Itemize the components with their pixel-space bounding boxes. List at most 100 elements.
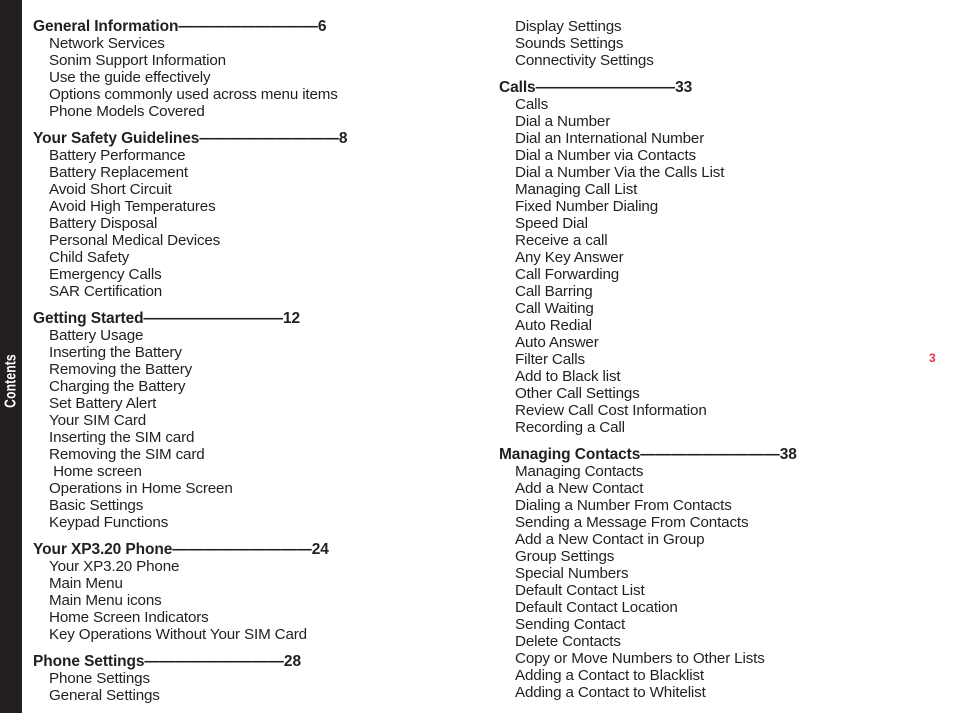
toc-column-left: General Information—————————6 Network Ser… bbox=[33, 0, 483, 704]
toc-item[interactable]: Phone Settings bbox=[33, 670, 483, 687]
toc-heading-title: General Information bbox=[33, 18, 179, 35]
toc-heading[interactable]: Getting Started—————————12 bbox=[33, 310, 483, 327]
toc-item[interactable]: Removing the SIM card bbox=[33, 446, 483, 463]
toc-item[interactable]: Sending a Message From Contacts bbox=[499, 514, 939, 531]
toc-item[interactable]: Default Contact List bbox=[499, 582, 939, 599]
toc-item[interactable]: Your XP3.20 Phone bbox=[33, 558, 483, 575]
toc-item[interactable]: Receive a call bbox=[499, 232, 939, 249]
toc-item[interactable]: Sonim Support Information bbox=[33, 52, 483, 69]
toc-heading-leader: ————————— bbox=[199, 130, 339, 147]
toc-item[interactable]: Sending Contact bbox=[499, 616, 939, 633]
toc-group: General Information—————————6 Network Ser… bbox=[33, 18, 483, 120]
toc-item[interactable]: Speed Dial bbox=[499, 215, 939, 232]
toc-item[interactable]: Auto Answer bbox=[499, 334, 939, 351]
toc-heading[interactable]: Your Safety Guidelines—————————8 bbox=[33, 130, 483, 147]
toc-item[interactable]: Avoid Short Circuit bbox=[33, 181, 483, 198]
toc-item[interactable]: Managing Contacts bbox=[499, 463, 939, 480]
toc-item[interactable]: Dial a Number bbox=[499, 113, 939, 130]
toc-item[interactable]: Network Services bbox=[33, 35, 483, 52]
contents-side-tab-label: Contents bbox=[2, 353, 20, 408]
toc-column-right: Display Settings Sounds Settings Connectiv… bbox=[499, 0, 939, 701]
toc-item[interactable]: Home Screen Indicators bbox=[33, 609, 483, 626]
toc-item[interactable]: Your SIM Card bbox=[33, 412, 483, 429]
toc-item[interactable]: Any Key Answer bbox=[499, 249, 939, 266]
toc-item[interactable]: Adding a Contact to Whitelist bbox=[499, 684, 939, 701]
toc-heading-leader: ————————— bbox=[144, 653, 284, 670]
toc-item[interactable]: Other Call Settings bbox=[499, 385, 939, 402]
toc-group: Your Safety Guidelines—————————8 Battery … bbox=[33, 130, 483, 300]
toc-item[interactable]: Call Forwarding bbox=[499, 266, 939, 283]
toc-item[interactable]: Basic Settings bbox=[33, 497, 483, 514]
toc-item[interactable]: Battery Performance bbox=[33, 147, 483, 164]
toc-item[interactable]: Default Contact Location bbox=[499, 599, 939, 616]
toc-heading-leader: ————————— bbox=[535, 79, 676, 96]
toc-item[interactable]: Keypad Functions bbox=[33, 514, 483, 531]
toc-item[interactable]: Dialing a Number From Contacts bbox=[499, 497, 939, 514]
toc-item[interactable]: Delete Contacts bbox=[499, 633, 939, 650]
toc-group: Calls—————————33 Calls Dial a Number Dial a… bbox=[499, 79, 939, 436]
toc-item[interactable]: Home screen bbox=[33, 463, 483, 480]
toc-item[interactable]: Main Menu icons bbox=[33, 592, 483, 609]
toc-item[interactable]: SAR Certification bbox=[33, 283, 483, 300]
toc-item[interactable]: Inserting the SIM card bbox=[33, 429, 483, 446]
toc-item[interactable]: Fixed Number Dialing bbox=[499, 198, 939, 215]
toc-item[interactable]: Add a New Contact in Group bbox=[499, 531, 939, 548]
toc-item[interactable]: Dial an International Number bbox=[499, 130, 939, 147]
toc-heading[interactable]: Calls—————————33 bbox=[499, 79, 939, 96]
toc-item[interactable]: Dial a Number via Contacts bbox=[499, 147, 939, 164]
toc-item[interactable]: Options commonly used across menu items bbox=[33, 86, 483, 103]
toc-heading[interactable]: Your XP3.20 Phone—————————24 bbox=[33, 541, 483, 558]
toc-item[interactable]: Set Battery Alert bbox=[33, 395, 483, 412]
toc-item[interactable]: Sounds Settings bbox=[499, 35, 939, 52]
toc-heading-page-number: 33 bbox=[675, 79, 693, 96]
toc-item[interactable]: General Settings bbox=[33, 687, 483, 704]
toc-item[interactable]: Call Waiting bbox=[499, 300, 939, 317]
toc-item[interactable]: Adding a Contact to Blacklist bbox=[499, 667, 939, 684]
toc-group: Display Settings Sounds Settings Connectiv… bbox=[499, 18, 939, 69]
toc-heading[interactable]: Managing Contacts—————————38 bbox=[499, 446, 939, 463]
toc-item[interactable]: Group Settings bbox=[499, 548, 939, 565]
page-number: 3 bbox=[929, 351, 936, 365]
toc-heading-page-number: 38 bbox=[779, 446, 797, 463]
toc-item[interactable]: Filter Calls bbox=[499, 351, 939, 368]
toc-item[interactable]: Key Operations Without Your SIM Card bbox=[33, 626, 483, 643]
toc-item[interactable]: Copy or Move Numbers to Other Lists bbox=[499, 650, 939, 667]
toc-item[interactable]: Add to Black list bbox=[499, 368, 939, 385]
toc-heading-leader: ————————— bbox=[143, 310, 283, 327]
toc-heading-leader: ————————— bbox=[640, 446, 780, 463]
toc-item[interactable]: Recording a Call bbox=[499, 419, 939, 436]
toc-item[interactable]: Main Menu bbox=[33, 575, 483, 592]
toc-heading-title: Your XP3.20 Phone bbox=[33, 541, 173, 558]
toc-item[interactable]: Emergency Calls bbox=[33, 266, 483, 283]
toc-item[interactable]: Child Safety bbox=[33, 249, 483, 266]
toc-heading-page-number: 8 bbox=[338, 130, 348, 147]
toc-item[interactable]: Personal Medical Devices bbox=[33, 232, 483, 249]
toc-item[interactable]: Special Numbers bbox=[499, 565, 939, 582]
toc-heading-title: Getting Started bbox=[33, 310, 144, 327]
toc-item[interactable]: Phone Models Covered bbox=[33, 103, 483, 120]
toc-item[interactable]: Removing the Battery bbox=[33, 361, 483, 378]
contents-side-tab: Contents bbox=[0, 0, 22, 713]
toc-item[interactable]: Calls bbox=[499, 96, 939, 113]
toc-item[interactable]: Auto Redial bbox=[499, 317, 939, 334]
toc-item[interactable]: Battery Disposal bbox=[33, 215, 483, 232]
toc-item[interactable]: Battery Usage bbox=[33, 327, 483, 344]
toc-heading-leader: ————————— bbox=[172, 541, 312, 558]
toc-item[interactable]: Inserting the Battery bbox=[33, 344, 483, 361]
toc-item[interactable]: Add a New Contact bbox=[499, 480, 939, 497]
toc-item[interactable]: Display Settings bbox=[499, 18, 939, 35]
toc-heading[interactable]: Phone Settings—————————28 bbox=[33, 653, 483, 670]
toc-item[interactable]: Avoid High Temperatures bbox=[33, 198, 483, 215]
toc-item[interactable]: Call Barring bbox=[499, 283, 939, 300]
toc-item[interactable]: Use the guide effectively bbox=[33, 69, 483, 86]
toc-item[interactable]: Battery Replacement bbox=[33, 164, 483, 181]
toc-item[interactable]: Dial a Number Via the Calls List bbox=[499, 164, 939, 181]
toc-heading-title: Phone Settings bbox=[33, 653, 145, 670]
toc-group: Your XP3.20 Phone—————————24 Your XP3.20 … bbox=[33, 541, 483, 643]
toc-heading[interactable]: General Information—————————6 bbox=[33, 18, 483, 35]
toc-item[interactable]: Connectivity Settings bbox=[499, 52, 939, 69]
toc-item[interactable]: Operations in Home Screen bbox=[33, 480, 483, 497]
toc-item[interactable]: Charging the Battery bbox=[33, 378, 483, 395]
toc-item[interactable]: Managing Call List bbox=[499, 181, 939, 198]
toc-item[interactable]: Review Call Cost Information bbox=[499, 402, 939, 419]
